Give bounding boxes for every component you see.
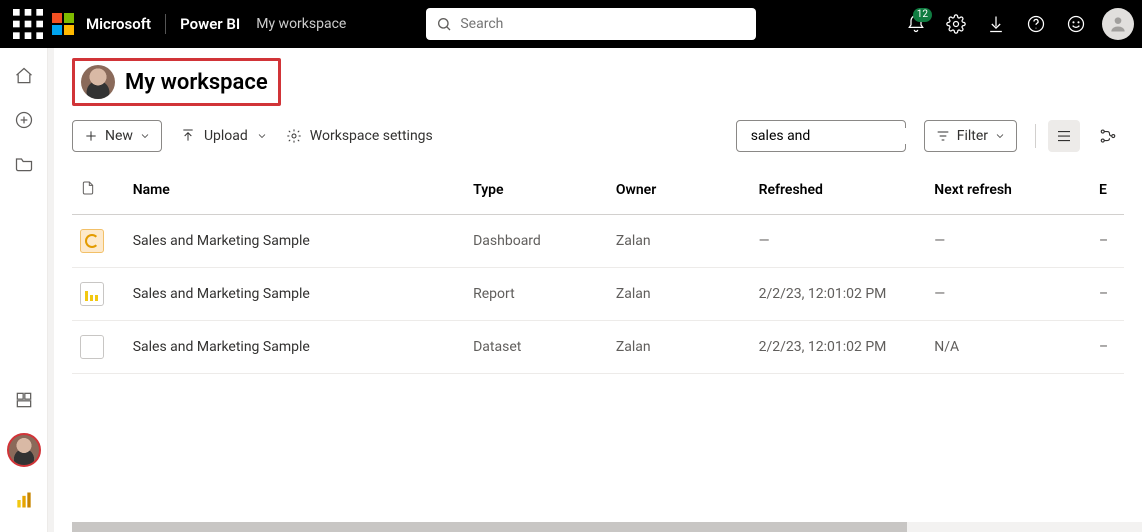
item-owner: Zalan [608,268,751,321]
breadcrumb[interactable]: My workspace [256,16,346,32]
col-type[interactable]: Type [465,166,608,215]
person-icon [1108,14,1128,34]
file-icon [80,180,96,196]
chevron-down-icon [139,130,151,142]
brand-company: Microsoft [86,15,151,33]
home-icon [14,66,34,86]
table-row[interactable]: Sales and Marketing Sample Dataset Zalan… [72,321,1124,374]
item-type: Dataset [465,321,608,374]
workspace-settings-label: Workspace settings [310,128,433,144]
item-name[interactable]: Sales and Marketing Sample [125,321,465,374]
lineage-view-button[interactable] [1092,120,1124,152]
list-search-input[interactable] [751,128,929,144]
app-launcher-button[interactable] [8,0,48,48]
main-content: My workspace New Upload Workspace settin… [54,48,1142,532]
item-name[interactable]: Sales and Marketing Sample [125,215,465,268]
col-extra[interactable]: E [1091,166,1124,215]
global-search[interactable] [426,8,756,40]
microsoft-logo-icon [52,13,74,35]
chevron-down-icon [994,130,1006,142]
item-next-refresh: N/A [926,321,1091,374]
filter-label: Filter [957,128,988,144]
workspace-settings-button[interactable]: Workspace settings [286,128,433,144]
upload-icon [180,128,196,144]
workspace-title-box: My workspace [72,58,281,106]
table-header-row: Name Type Owner Refreshed Next refresh E [72,166,1124,215]
chevron-down-icon [256,130,268,142]
lineage-icon [1099,127,1117,145]
gear-icon [946,14,966,34]
smiley-icon [1066,14,1086,34]
separator [1035,124,1036,148]
folder-icon [14,154,34,174]
rail-workspaces[interactable] [4,380,44,420]
question-icon [1026,14,1046,34]
notifications-button[interactable]: 12 [896,0,936,48]
filter-icon [935,128,951,144]
col-next-refresh[interactable]: Next refresh [926,166,1091,215]
rail-create[interactable] [4,100,44,140]
col-refreshed[interactable]: Refreshed [751,166,927,215]
dataset-icon [80,335,104,359]
gear-icon [286,128,302,144]
account-button[interactable] [1102,8,1134,40]
workspaces-icon [14,390,34,410]
item-type: Report [465,268,608,321]
search-icon [436,16,452,32]
list-icon [1055,127,1073,145]
help-button[interactable] [1016,0,1056,48]
upload-label: Upload [204,128,248,144]
command-bar: New Upload Workspace settings Filter [54,112,1142,166]
item-extra: – [1091,268,1124,321]
topbar: Microsoft Power BI My workspace 12 [0,0,1142,48]
plus-icon [83,128,99,144]
brand-separator [165,14,166,34]
item-owner: Zalan [608,215,751,268]
horizontal-scrollbar[interactable] [72,522,1142,532]
rail-browse[interactable] [4,144,44,184]
new-button[interactable]: New [72,120,162,152]
workspace-avatar-icon [81,65,115,99]
download-button[interactable] [976,0,1016,48]
item-refreshed: 2/2/23, 12:01:02 PM [751,268,927,321]
feedback-button[interactable] [1056,0,1096,48]
col-owner[interactable]: Owner [608,166,751,215]
brand-app: Power BI [180,15,240,33]
item-name[interactable]: Sales and Marketing Sample [125,268,465,321]
list-search[interactable] [736,120,906,152]
new-button-label: New [105,128,133,144]
waffle-icon [8,4,48,44]
brand: Microsoft Power BI My workspace [52,13,346,35]
col-name[interactable]: Name [125,166,465,215]
table-row[interactable]: Sales and Marketing Sample Report Zalan … [72,268,1124,321]
item-type: Dashboard [465,215,608,268]
rail-powerbi[interactable] [4,480,44,520]
filter-button[interactable]: Filter [924,120,1017,152]
item-refreshed: — [751,215,927,268]
item-owner: Zalan [608,321,751,374]
item-extra: – [1091,215,1124,268]
notification-badge: 12 [913,8,932,22]
list-view-button[interactable] [1048,120,1080,152]
rail-home[interactable] [4,56,44,96]
item-refreshed: 2/2/23, 12:01:02 PM [751,321,927,374]
workspace-avatar-icon [7,433,41,467]
powerbi-icon [14,490,34,510]
item-next-refresh: — [926,215,1091,268]
page-title: My workspace [125,70,268,95]
content-table: Name Type Owner Refreshed Next refresh E… [54,166,1142,374]
dashboard-icon [80,229,104,253]
plus-circle-icon [14,110,34,130]
settings-button[interactable] [936,0,976,48]
left-nav-rail [0,48,48,532]
global-search-input[interactable] [460,16,746,32]
table-row[interactable]: Sales and Marketing Sample Dashboard Zal… [72,215,1124,268]
item-next-refresh: — [926,268,1091,321]
upload-button[interactable]: Upload [180,128,268,144]
download-icon [986,14,1006,34]
rail-my-workspace[interactable] [4,430,44,470]
scrollbar-thumb[interactable] [72,522,907,532]
report-icon [80,282,104,306]
item-extra: – [1091,321,1124,374]
